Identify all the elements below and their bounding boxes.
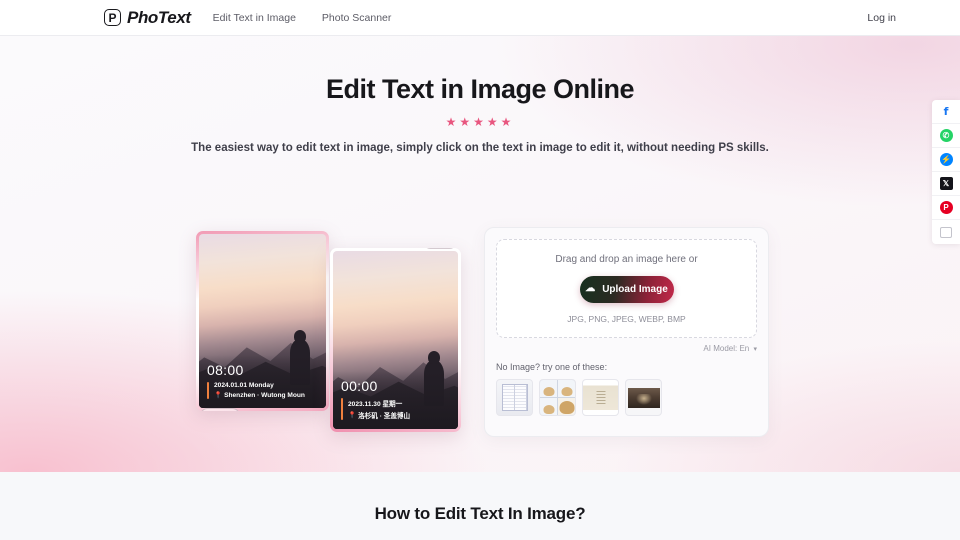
facebook-icon: f (943, 105, 949, 118)
sample-thumb-document-scan[interactable] (496, 379, 533, 416)
whatsapp-icon: ✆ (939, 129, 953, 142)
logo-text: PhoText (127, 7, 191, 27)
chat-support-button[interactable] (932, 220, 960, 244)
x-twitter-icon: 𝕏 (939, 177, 953, 190)
before-after-preview: 08:00 2024.01.01 Monday 📍 Shenzhen · Wut… (190, 226, 475, 441)
chevron-down-icon: ▾ (753, 346, 757, 353)
after-location-text: 洛杉矶 · 圣盖博山 (358, 413, 411, 420)
ai-model-label: AI Model: (703, 344, 738, 353)
site-header: P PhoText Edit Text in Image Photo Scann… (0, 0, 960, 36)
login-link[interactable]: Log in (867, 12, 896, 24)
share-messenger-button[interactable]: ⚡ (932, 148, 960, 172)
accent-bar (207, 382, 209, 399)
before-text-overlay: 08:00 2024.01.01 Monday 📍 Shenzhen · Wut… (199, 354, 326, 408)
how-to-title: How to Edit Text In Image? (374, 504, 586, 523)
after-card: 00:00 2023.11.30 星期一 📍 洛杉矶 · 圣盖博山 After (330, 248, 461, 432)
sample-thumb-beige-document[interactable] (582, 379, 619, 416)
ai-model-value: En (739, 344, 750, 353)
logo-mark-icon: P (104, 9, 121, 26)
ai-model-selector[interactable]: AI Model: En ▾ (496, 344, 757, 353)
supported-formats: JPG, PNG, JPEG, WEBP, BMP (567, 313, 686, 324)
hero-subtitle: The easiest way to edit text in image, s… (191, 142, 769, 154)
share-pinterest-button[interactable]: P (932, 196, 960, 220)
upload-image-button[interactable]: ☁ Upload Image (579, 275, 674, 303)
rating-stars: ★★★★★ (445, 115, 515, 129)
dropzone-label: Drag and drop an image here or (555, 253, 698, 265)
location-pin-icon: 📍 (214, 392, 223, 399)
dropzone[interactable]: Drag and drop an image here or ☁ Upload … (496, 239, 757, 338)
location-pin-icon: 📍 (348, 412, 357, 419)
before-location[interactable]: 📍 Shenzhen · Wutong Moun (214, 391, 305, 400)
messenger-icon: ⚡ (939, 153, 953, 166)
hero-section: Edit Text in Image Online ★★★★★ The easi… (0, 36, 960, 472)
before-card: 08:00 2024.01.01 Monday 📍 Shenzhen · Wut… (196, 231, 329, 411)
logo[interactable]: P PhoText (104, 8, 191, 28)
nav-item-edit-text-in-image[interactable]: Edit Text in Image (213, 12, 296, 24)
after-photo: 00:00 2023.11.30 星期一 📍 洛杉矶 · 圣盖博山 (333, 251, 458, 429)
after-location[interactable]: 📍 洛杉矶 · 圣盖博山 (348, 410, 410, 420)
page-title: Edit Text in Image Online (325, 74, 635, 104)
sample-thumb-dark-painting[interactable] (625, 379, 662, 416)
sample-thumb-comic-panels[interactable] (539, 379, 576, 416)
sample-thumbnails (496, 379, 757, 416)
before-badge: Before (200, 408, 241, 411)
share-whatsapp-button[interactable]: ✆ (932, 124, 960, 148)
before-time[interactable]: 08:00 (207, 362, 319, 378)
upload-button-label: Upload Image (602, 283, 668, 295)
pinterest-icon: P (939, 201, 953, 214)
upload-panel: Drag and drop an image here or ☁ Upload … (484, 227, 769, 437)
after-badge: After (423, 248, 457, 249)
before-location-text: Shenzhen · Wutong Moun (224, 391, 305, 399)
after-time[interactable]: 00:00 (341, 378, 451, 394)
after-text-overlay: 00:00 2023.11.30 星期一 📍 洛杉矶 · 圣盖博山 (333, 370, 458, 429)
before-date[interactable]: 2024.01.01 Monday (214, 382, 305, 389)
before-photo: 08:00 2024.01.01 Monday 📍 Shenzhen · Wut… (199, 234, 326, 408)
share-facebook-button[interactable]: f (932, 100, 960, 124)
cloud-upload-icon: ☁ (585, 283, 596, 294)
accent-bar (341, 398, 343, 420)
chat-icon (940, 226, 952, 238)
main-nav: Edit Text in Image Photo Scanner (213, 12, 392, 24)
nav-item-photo-scanner[interactable]: Photo Scanner (322, 12, 391, 24)
after-date[interactable]: 2023.11.30 星期一 (348, 398, 410, 408)
samples-label: No Image? try one of these: (496, 362, 608, 372)
share-x-button[interactable]: 𝕏 (932, 172, 960, 196)
social-share-rail: f ✆ ⚡ 𝕏 P (932, 100, 960, 244)
how-to-section: How to Edit Text In Image? (0, 472, 960, 540)
